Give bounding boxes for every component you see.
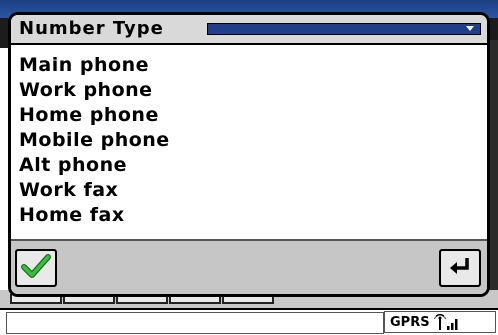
back-arrow-icon <box>447 255 473 281</box>
list-item-work-phone[interactable]: Work phone <box>19 78 170 103</box>
checkmark-icon <box>21 252 51 284</box>
popup-header: Number Type <box>11 15 487 45</box>
status-bar: GPRS <box>0 310 498 335</box>
back-button[interactable] <box>439 249 481 287</box>
network-label: GPRS <box>390 314 430 330</box>
list-item-home-fax[interactable]: Home fax <box>19 203 170 228</box>
status-message-field <box>6 312 384 334</box>
option-list: Main phone Work phone Home phone Mobile … <box>19 53 170 228</box>
list-item-mobile-phone[interactable]: Mobile phone <box>19 128 170 153</box>
ok-button[interactable] <box>15 249 57 287</box>
popup-title: Number Type <box>19 18 164 39</box>
list-item-alt-phone[interactable]: Alt phone <box>19 153 170 178</box>
list-item-work-fax[interactable]: Work fax <box>19 178 170 203</box>
list-item-main-phone[interactable]: Main phone <box>19 53 170 78</box>
list-item-home-phone[interactable]: Home phone <box>19 103 170 128</box>
signal-strength-icon <box>433 313 460 331</box>
popup-button-bar <box>11 239 487 294</box>
number-type-popup: Number Type Main phone Work phone Home p… <box>8 12 490 297</box>
network-status: GPRS <box>384 311 496 333</box>
dropdown-arrow-icon <box>466 26 474 31</box>
title-dropdown-bar[interactable] <box>207 23 481 35</box>
